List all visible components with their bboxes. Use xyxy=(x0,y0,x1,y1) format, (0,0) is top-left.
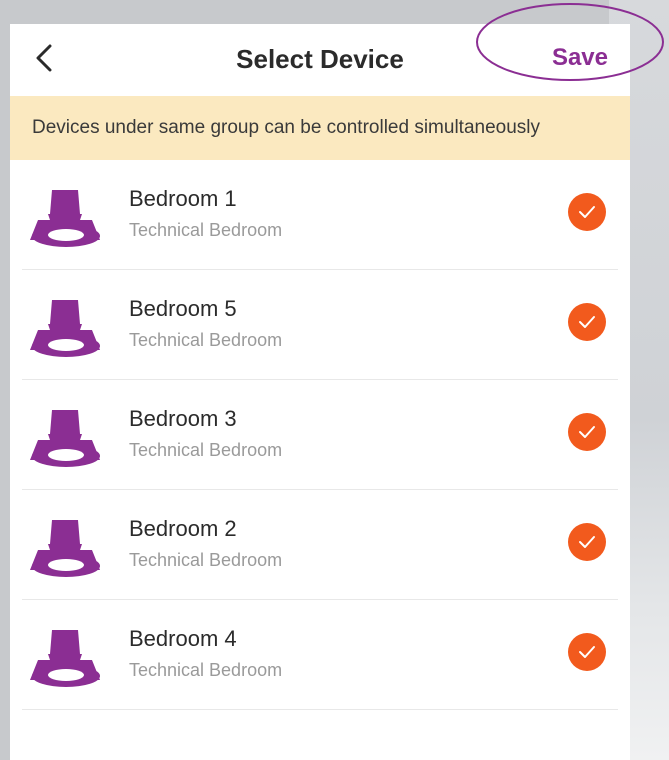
page-title: Select Device xyxy=(236,44,404,74)
device-name: Bedroom 4 xyxy=(129,626,237,651)
device-room: Technical Bedroom xyxy=(129,440,283,460)
device-info: Bedroom 1 Technical Bedroom xyxy=(129,186,282,241)
group-notice-banner: Devices under same group can be controll… xyxy=(10,96,630,160)
selected-checkbox[interactable] xyxy=(568,303,606,341)
device-name: Bedroom 3 xyxy=(129,406,237,431)
selected-checkbox[interactable] xyxy=(568,413,606,451)
checkmark-icon xyxy=(579,426,595,438)
device-row[interactable]: Bedroom 4 Technical Bedroom xyxy=(22,600,618,710)
downlight-icon xyxy=(30,630,100,687)
device-row[interactable]: Bedroom 1 Technical Bedroom xyxy=(22,160,618,270)
device-name: Bedroom 1 xyxy=(129,186,237,211)
device-row[interactable]: Bedroom 2 Technical Bedroom xyxy=(22,490,618,600)
checkmark-icon xyxy=(579,536,595,548)
notice-text: Devices under same group can be controll… xyxy=(32,117,540,138)
downlight-icon xyxy=(30,520,100,577)
top-bar: Select Device Save xyxy=(10,24,630,96)
device-list: Bedroom 1 Technical Bedroom Bedroom 5 Te… xyxy=(10,160,630,710)
checkmark-icon xyxy=(579,206,595,218)
device-info: Bedroom 3 Technical Bedroom xyxy=(129,406,282,461)
device-room: Technical Bedroom xyxy=(129,220,283,240)
device-room: Technical Bedroom xyxy=(129,330,283,350)
downlight-icon xyxy=(30,190,100,247)
save-button[interactable]: Save xyxy=(552,44,608,72)
device-name: Bedroom 5 xyxy=(129,296,237,321)
device-name: Bedroom 2 xyxy=(129,516,237,541)
checkmark-icon xyxy=(579,646,595,658)
device-info: Bedroom 5 Technical Bedroom xyxy=(129,296,282,351)
selected-checkbox[interactable] xyxy=(568,193,606,231)
device-room: Technical Bedroom xyxy=(129,550,283,570)
device-info: Bedroom 4 Technical Bedroom xyxy=(129,626,282,681)
device-row[interactable]: Bedroom 3 Technical Bedroom xyxy=(22,380,618,490)
checkmark-icon xyxy=(579,316,595,328)
downlight-icon xyxy=(30,410,100,467)
downlight-icon xyxy=(30,300,100,357)
device-row[interactable]: Bedroom 5 Technical Bedroom xyxy=(22,270,618,380)
selected-checkbox[interactable] xyxy=(568,523,606,561)
phone-screen: Select Device Save Devices under same gr… xyxy=(10,24,630,760)
selected-checkbox[interactable] xyxy=(568,633,606,671)
device-info: Bedroom 2 Technical Bedroom xyxy=(129,516,282,571)
device-room: Technical Bedroom xyxy=(129,660,283,680)
